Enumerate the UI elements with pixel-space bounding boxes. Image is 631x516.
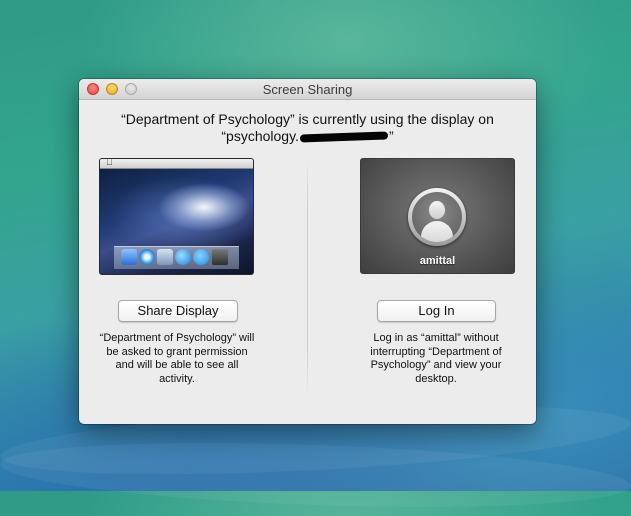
message-line-1: “Department of Psychology” is currently …	[121, 111, 494, 127]
thumbnail-dock	[114, 246, 239, 269]
facetime-icon	[193, 249, 209, 265]
mail-icon	[157, 249, 173, 265]
screen-sharing-dialog: Screen Sharing “Department of Psychology…	[79, 79, 536, 424]
window-title: Screen Sharing	[262, 82, 353, 97]
title-bar: Screen Sharing	[79, 79, 536, 100]
apple-logo-icon: 	[106, 159, 113, 167]
trash-icon	[212, 249, 228, 265]
user-avatar-icon	[408, 188, 466, 246]
dialog-message: “Department of Psychology” is currently …	[79, 111, 536, 145]
safari-icon	[139, 249, 155, 265]
message-host-suffix: ”	[388, 128, 394, 144]
shared-display-thumbnail: 	[99, 158, 254, 275]
messages-icon	[175, 249, 191, 265]
option-divider	[307, 157, 308, 397]
share-display-button[interactable]: Share Display	[118, 300, 238, 322]
log-in-description: Log in as “amittal” without interrupting…	[370, 332, 502, 385]
thumbnail-menubar: 	[100, 159, 253, 169]
log-in-button[interactable]: Log In	[377, 300, 496, 322]
message-host-prefix: “psychology.	[221, 128, 299, 144]
user-login-tile: amittal	[360, 158, 515, 274]
share-display-description: “Department of Psychology” will be asked…	[99, 332, 255, 385]
message-line-2: “psychology. ”	[79, 128, 536, 145]
username-label: amittal	[419, 255, 456, 267]
finder-icon	[121, 249, 137, 265]
redaction-mark	[299, 131, 389, 143]
